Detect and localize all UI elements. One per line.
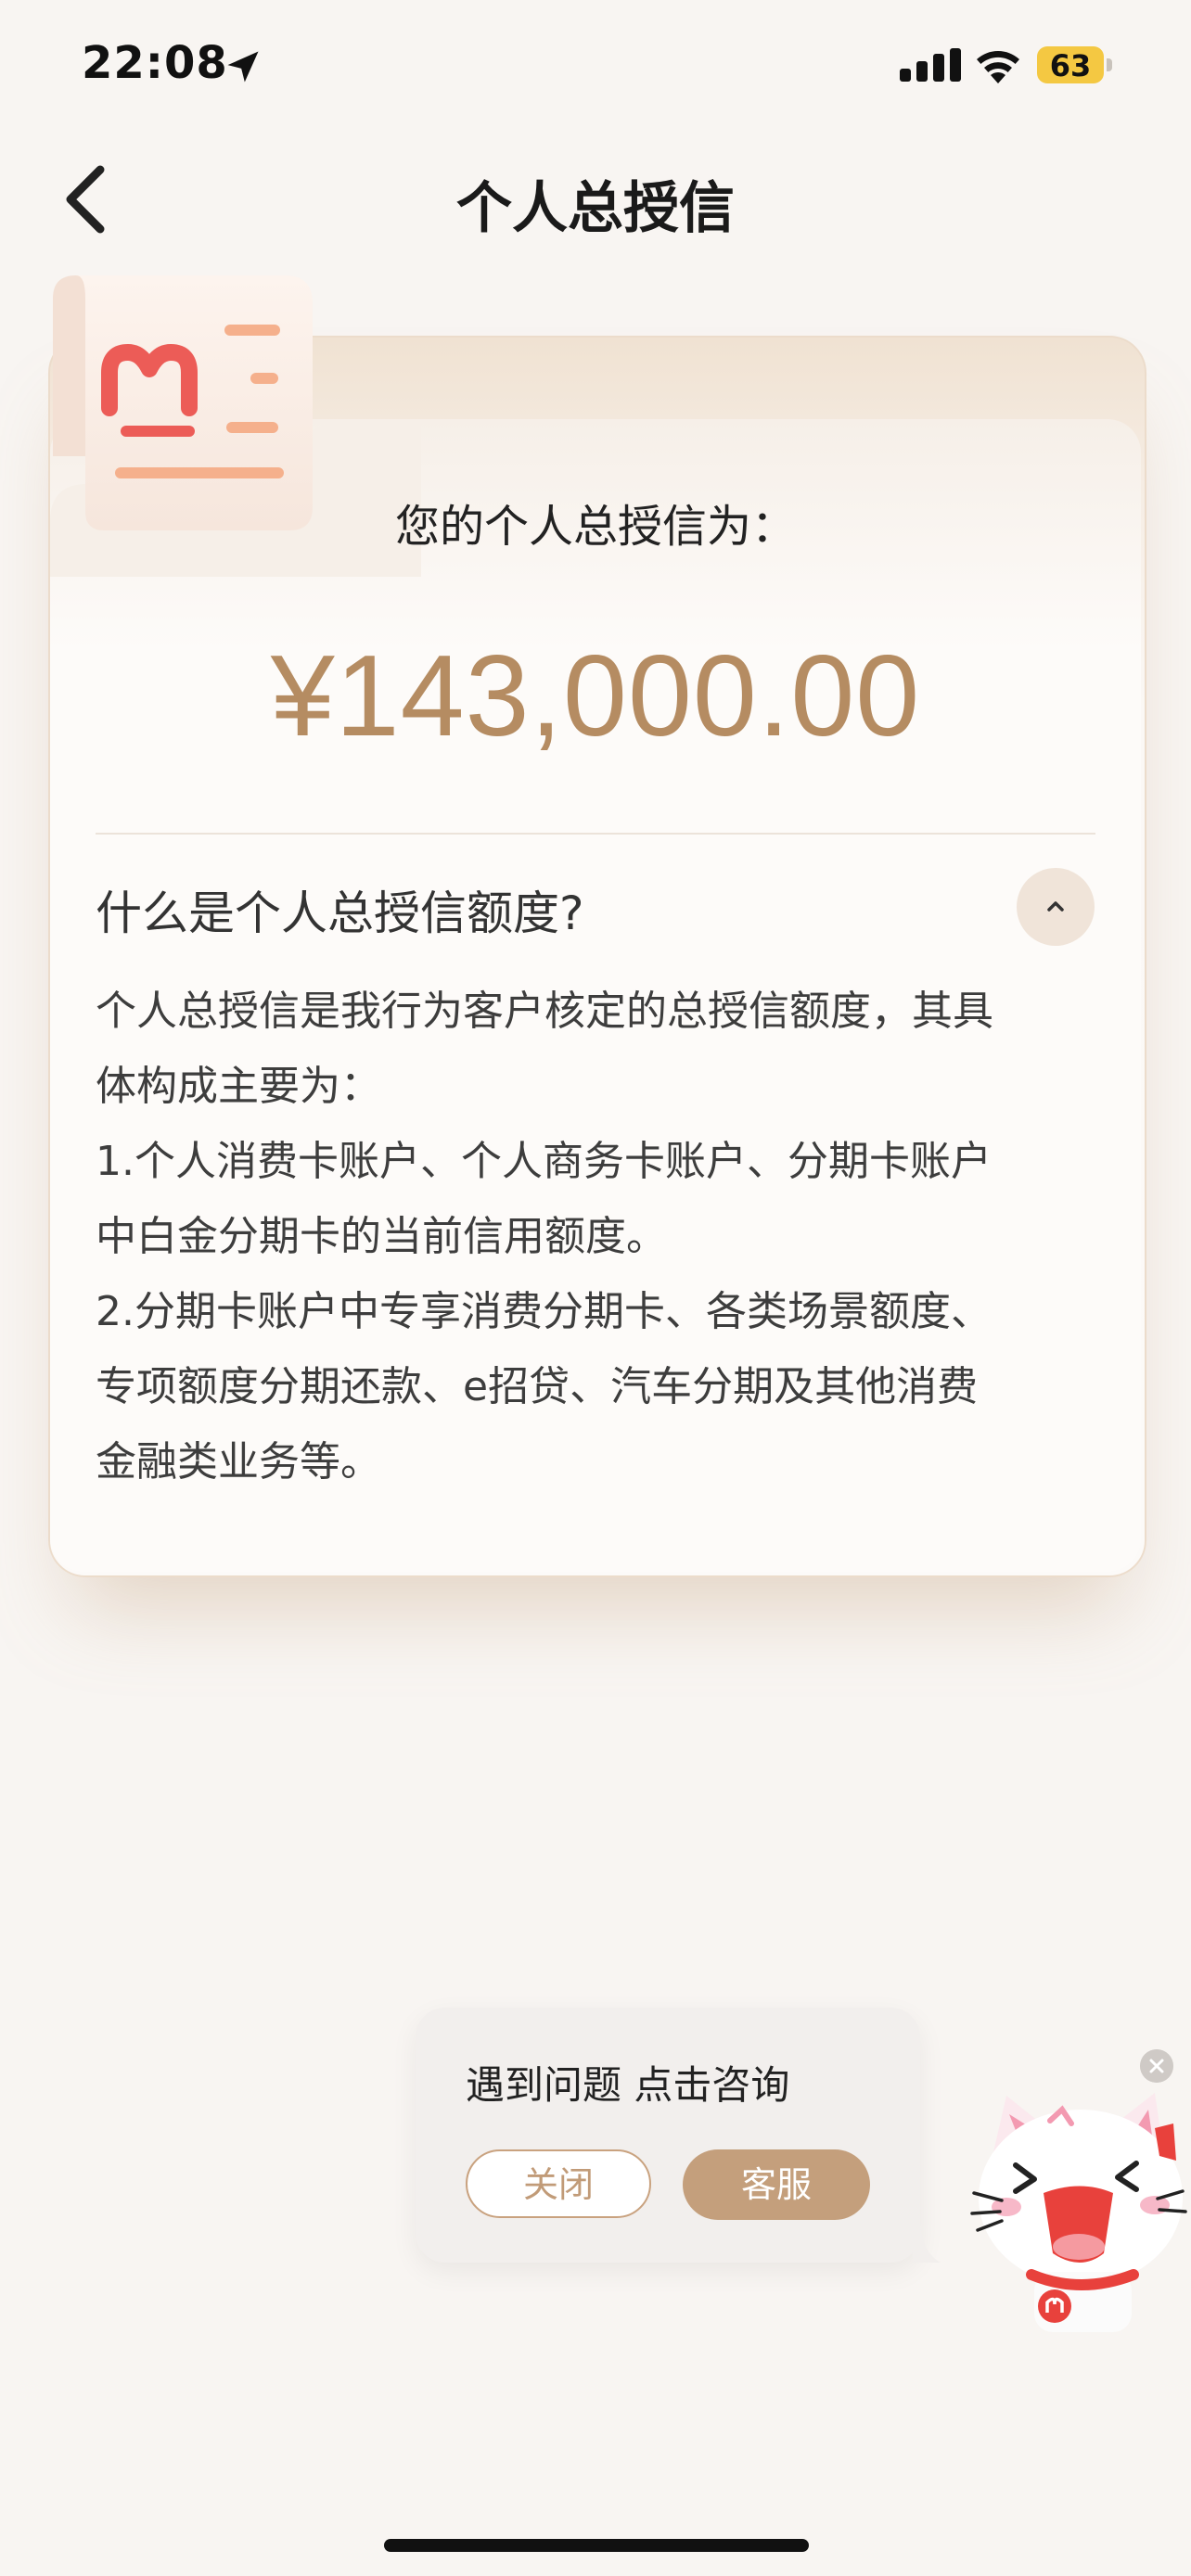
divider	[96, 833, 1095, 835]
page-title: 个人总授信	[456, 176, 735, 241]
faq-answer-line: 个人总授信是我行为客户核定的总授信额度，其具	[96, 988, 993, 1035]
home-indicator	[384, 2539, 809, 2552]
faq-answer-line: 1.个人消费卡账户、个人商务卡账户、分期卡账户	[96, 1138, 992, 1185]
faq-answer-line: 体构成主要为：	[96, 1063, 381, 1110]
wifi-icon	[977, 51, 1019, 83]
faq-answer-line: 2.分期卡账户中专享消费分期卡、各类场景额度、	[96, 1288, 992, 1335]
consult-prompt: 遇到问题 点击咨询	[466, 2062, 790, 2108]
faq-answer: 个人总授信是我行为客户核定的总授信额度，其具 体构成主要为： 1.个人消费卡账户…	[96, 974, 1107, 1499]
credit-amount: ¥143,000.00	[270, 632, 921, 760]
cellular-signal-icon	[900, 48, 961, 82]
consult-popup	[416, 2008, 920, 2263]
status-time: 22:08	[82, 37, 228, 89]
battery-indicator: 63	[1037, 46, 1113, 83]
collapse-button[interactable]	[1017, 868, 1095, 946]
faq-answer-line: 金融类业务等。	[96, 1438, 381, 1486]
close-button[interactable]: 关闭	[466, 2149, 651, 2218]
credit-label: 您的个人总授信为：	[394, 501, 796, 553]
customer-service-button[interactable]: 客服	[683, 2149, 870, 2220]
battery-level: 63	[1049, 48, 1092, 83]
close-icon[interactable]	[1140, 2049, 1173, 2083]
faq-answer-line: 专项额度分期还款、e招贷、汽车分期及其他消费	[96, 1363, 979, 1410]
faq-answer-line: 中白金分期卡的当前信用额度。	[96, 1213, 667, 1260]
cat-mascot-icon[interactable]	[965, 2082, 1191, 2332]
faq-question[interactable]: 什么是个人总授信额度?	[96, 876, 584, 943]
location-arrow-icon	[227, 51, 259, 83]
chevron-up-icon	[1047, 901, 1064, 912]
battery-tip	[1107, 58, 1112, 71]
popup-tail	[913, 2216, 941, 2263]
